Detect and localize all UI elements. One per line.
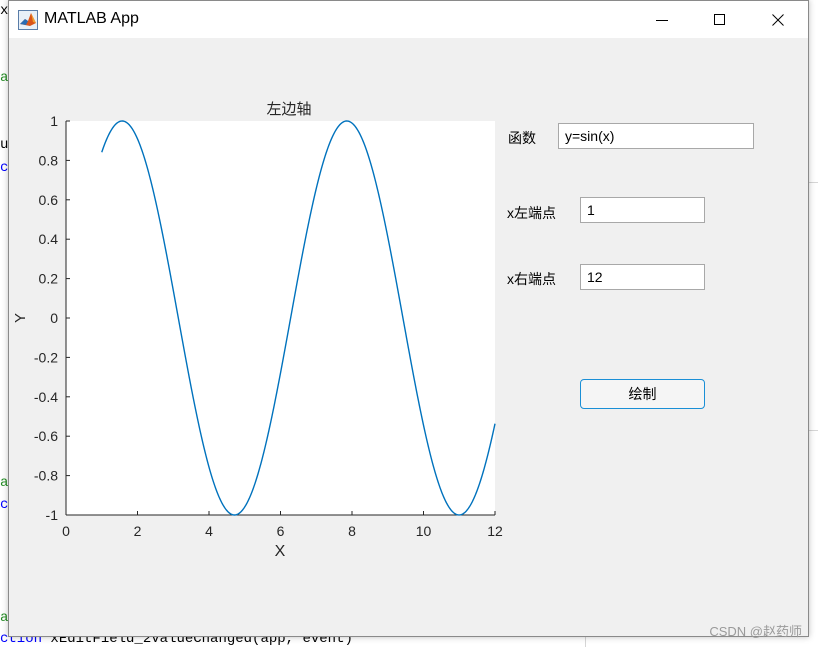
x-tick-label: 10 bbox=[416, 523, 432, 539]
x-tick-label: 0 bbox=[62, 523, 70, 539]
x-tick-label: 12 bbox=[487, 523, 503, 539]
x-tick-label: 8 bbox=[348, 523, 356, 539]
watermark: CSDN @赵药师 bbox=[709, 624, 802, 639]
editor-divider bbox=[809, 182, 818, 183]
y-tick-label: 0.2 bbox=[39, 271, 59, 287]
y-tick-label: -1 bbox=[46, 507, 59, 523]
y-tick-label: 0.4 bbox=[39, 231, 59, 247]
x-axis-label: X bbox=[275, 543, 286, 560]
y-tick-label: 0 bbox=[50, 310, 58, 326]
matlab-app-window: MATLAB App 左边轴 0 2 4 6 8 10 12 -1 -0.8 -0.6 -0.4 -0… bbox=[8, 0, 809, 637]
y-tick-label: -0.6 bbox=[34, 428, 58, 444]
y-tick-label: 0.6 bbox=[39, 192, 59, 208]
x-left-field[interactable] bbox=[580, 197, 705, 223]
y-axis-label: Y bbox=[12, 313, 29, 323]
editor-divider bbox=[809, 430, 818, 431]
x-right-label: x右端点 bbox=[507, 271, 556, 287]
x-right-field[interactable] bbox=[580, 264, 705, 290]
x-left-label: x左端点 bbox=[507, 205, 556, 221]
draw-button[interactable]: 绘制 bbox=[580, 379, 705, 409]
y-tick-label: 1 bbox=[50, 113, 58, 129]
editor-divider bbox=[585, 637, 586, 647]
y-tick-label: 0.8 bbox=[39, 152, 59, 168]
y-tick-label: -0.4 bbox=[34, 389, 58, 405]
x-tick-label: 2 bbox=[134, 523, 142, 539]
function-field[interactable] bbox=[558, 123, 754, 149]
y-tick-label: -0.8 bbox=[34, 468, 58, 484]
y-tick-label: -0.2 bbox=[34, 349, 58, 365]
ui-axes[interactable]: 0 2 4 6 8 10 12 -1 -0.8 -0.6 -0.4 -0.2 0 0.2 0.4 0.6 0.8… bbox=[9, 1, 808, 601]
x-tick-label: 6 bbox=[277, 523, 285, 539]
x-tick-label: 4 bbox=[205, 523, 213, 539]
function-label: 函数 bbox=[508, 130, 536, 146]
